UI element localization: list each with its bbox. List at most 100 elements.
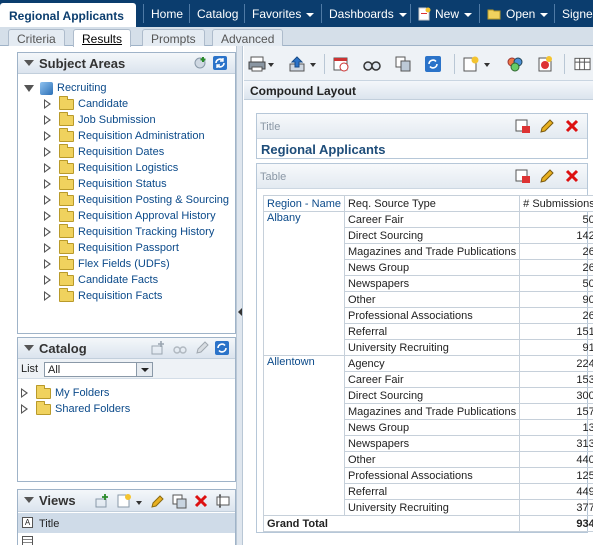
subject-area-folder[interactable]: Flex Fields (UDFs): [44, 255, 170, 272]
catalog-list-select[interactable]: All: [44, 362, 153, 377]
new-calculated-item-icon[interactable]: [536, 56, 554, 72]
collapsed-triangle-icon[interactable]: [44, 163, 52, 173]
collapsed-triangle-icon[interactable]: [44, 275, 52, 285]
subject-area-folder-label[interactable]: Requisition Posting & Sourcing: [78, 194, 229, 206]
subject-area-folder-label[interactable]: Candidate Facts: [78, 274, 158, 286]
catalog-edit-icon[interactable]: [194, 340, 210, 356]
catalog-refresh-icon[interactable]: [214, 340, 230, 356]
expanded-triangle-icon[interactable]: [24, 84, 34, 92]
new-document-icon[interactable]: [418, 7, 431, 21]
menu-favorites[interactable]: Favorites: [244, 0, 315, 27]
menu-catalog[interactable]: Catalog: [189, 0, 238, 27]
catalog-search-icon[interactable]: [172, 340, 188, 356]
subject-area-folder-label[interactable]: Requisition Tracking History: [78, 226, 214, 238]
collapsed-triangle-icon[interactable]: [44, 259, 52, 269]
subject-area-folder[interactable]: Requisition Administration: [44, 127, 205, 144]
list-dropdown-arrow-icon[interactable]: [136, 363, 152, 376]
subject-area-folder-label[interactable]: Requisition Dates: [78, 146, 164, 158]
schedule-icon[interactable]: [332, 56, 350, 72]
title-view-edit-icon[interactable]: [539, 118, 555, 134]
subject-area-folder[interactable]: Requisition Dates: [44, 143, 164, 160]
collapsed-triangle-icon[interactable]: [44, 211, 52, 221]
view-item-label[interactable]: Title: [39, 518, 59, 530]
rename-view-icon[interactable]: [215, 493, 231, 509]
refresh-results-icon[interactable]: [424, 56, 442, 72]
menu-signed-in[interactable]: Signed: [554, 0, 593, 27]
collapsed-triangle-icon[interactable]: [44, 147, 52, 157]
menu-dashboards[interactable]: Dashboards: [321, 0, 407, 27]
add-subject-area-icon[interactable]: [192, 55, 208, 71]
catalog-item-label[interactable]: My Folders: [55, 387, 109, 399]
menu-signed-label[interactable]: Signed: [562, 7, 593, 21]
subject-area-folder-label[interactable]: Candidate: [78, 98, 128, 110]
table-view-edit-icon[interactable]: [539, 168, 555, 184]
open-folder-icon[interactable]: [487, 8, 502, 20]
add-to-catalog-icon[interactable]: [150, 340, 166, 356]
favorites-chevron-down-icon[interactable]: [306, 12, 315, 17]
subject-area-folder[interactable]: Requisition Passport: [44, 239, 179, 256]
menu-home[interactable]: Home: [143, 0, 183, 27]
delete-view-icon[interactable]: [193, 493, 209, 509]
subject-area-folder-label[interactable]: Job Submission: [78, 114, 156, 126]
subject-area-folder-label[interactable]: Requisition Administration: [78, 130, 205, 142]
view-item-title[interactable]: A Title: [18, 513, 235, 533]
collapsed-triangle-icon[interactable]: [21, 404, 29, 414]
catalog-item-shared-folders[interactable]: Shared Folders: [21, 400, 130, 417]
collapsed-triangle-icon[interactable]: [44, 227, 52, 237]
menu-open-label[interactable]: Open: [506, 7, 535, 21]
export-chevron-down-icon[interactable]: [310, 63, 316, 67]
tab-criteria[interactable]: Criteria: [8, 29, 65, 46]
pane-splitter[interactable]: [236, 46, 243, 545]
subject-area-folder[interactable]: Job Submission: [44, 111, 156, 128]
table-view-remove-icon[interactable]: [564, 168, 580, 184]
collapse-views-icon[interactable]: [24, 497, 34, 503]
region-cell[interactable]: Allentown: [263, 355, 345, 516]
subject-area-folder-label[interactable]: Requisition Facts: [78, 290, 162, 302]
collapsed-triangle-icon[interactable]: [44, 179, 52, 189]
menu-new[interactable]: New: [410, 0, 473, 27]
table-view-properties-icon[interactable]: [515, 168, 531, 184]
dashboards-chevron-down-icon[interactable]: [398, 12, 407, 17]
collapsed-triangle-icon[interactable]: [21, 388, 29, 398]
subject-area-folder[interactable]: Requisition Status: [44, 175, 167, 192]
column-properties-icon[interactable]: [574, 56, 591, 72]
menu-favorites-label[interactable]: Favorites: [252, 7, 301, 21]
title-view-remove-icon[interactable]: [564, 118, 580, 134]
region-cell[interactable]: Albany: [263, 211, 345, 356]
edit-view-icon[interactable]: [149, 493, 165, 509]
new-view-toolbar-chevron-icon[interactable]: [484, 63, 490, 67]
refresh-icon[interactable]: [212, 55, 228, 71]
menu-dashboards-label[interactable]: Dashboards: [329, 7, 394, 21]
title-view-properties-icon[interactable]: [515, 118, 531, 134]
preview-icon[interactable]: [363, 56, 381, 72]
tab-prompts[interactable]: Prompts: [142, 29, 205, 46]
new-chevron-down-icon[interactable]: [464, 12, 473, 17]
menu-new-label[interactable]: New: [435, 7, 459, 21]
column-header-region[interactable]: Region - Name: [263, 195, 345, 212]
column-header-source[interactable]: Req. Source Type: [343, 195, 521, 212]
tree-root-label[interactable]: Recruiting: [57, 82, 107, 94]
new-view-icon[interactable]: [116, 493, 132, 509]
collapsed-triangle-icon[interactable]: [44, 243, 52, 253]
column-header-submissions[interactable]: # Submissions: [519, 195, 593, 212]
menu-open[interactable]: Open: [479, 0, 549, 27]
collapsed-triangle-icon[interactable]: [44, 131, 52, 141]
collapse-catalog-icon[interactable]: [24, 345, 34, 351]
collapse-pane-icon[interactable]: [24, 60, 34, 66]
subject-area-folder-label[interactable]: Requisition Logistics: [78, 162, 178, 174]
collapsed-triangle-icon[interactable]: [44, 115, 52, 125]
tree-root-recruiting[interactable]: Recruiting: [24, 80, 107, 96]
subject-area-folder[interactable]: Requisition Approval History: [44, 207, 216, 224]
add-view-icon[interactable]: [94, 493, 110, 509]
subject-area-folder[interactable]: Candidate Facts: [44, 271, 158, 288]
open-chevron-down-icon[interactable]: [540, 12, 549, 17]
tab-advanced[interactable]: Advanced: [212, 29, 284, 46]
collapsed-triangle-icon[interactable]: [44, 291, 52, 301]
subject-area-folder-label[interactable]: Requisition Passport: [78, 242, 179, 254]
menu-catalog-label[interactable]: Catalog: [197, 7, 238, 21]
subject-area-folder[interactable]: Requisition Facts: [44, 287, 162, 304]
menu-home-label[interactable]: Home: [151, 7, 183, 21]
subject-area-folder[interactable]: Requisition Tracking History: [44, 223, 214, 240]
print-icon[interactable]: [248, 56, 266, 72]
subject-area-folder[interactable]: Candidate: [44, 95, 128, 112]
